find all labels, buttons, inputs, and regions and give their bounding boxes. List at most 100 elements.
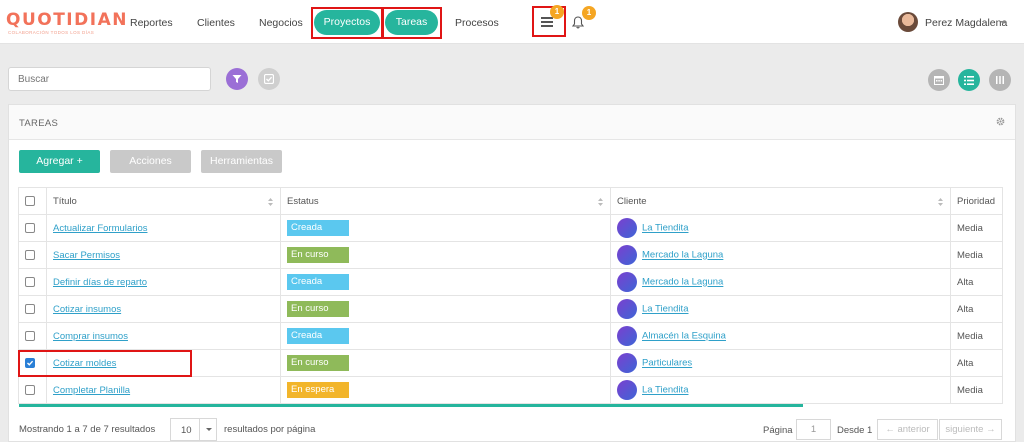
horizontal-scrollbar[interactable] xyxy=(19,404,803,407)
table-row[interactable]: Completar Planilla En espera La Tiendita Me… xyxy=(18,376,1003,404)
client-link[interactable]: Mercado la Laguna xyxy=(642,250,723,261)
task-title-link[interactable]: Definir días de reparto xyxy=(53,277,147,288)
cell-estatus: En curso xyxy=(280,349,611,377)
row-checkbox[interactable] xyxy=(25,249,35,260)
bell-icon[interactable] xyxy=(572,16,584,29)
table-row[interactable]: Sacar Permisos En curso Mercado la Laguna M… xyxy=(18,241,1003,269)
task-title-link[interactable]: Actualizar Formularios xyxy=(53,223,148,234)
add-button[interactable]: Agregar + xyxy=(19,150,100,173)
table-row[interactable]: Cotizar insumos En curso La Tiendita Alta xyxy=(18,295,1003,323)
client-avatar xyxy=(617,245,637,265)
calendar-view-button[interactable] xyxy=(928,69,950,91)
row-select-cell xyxy=(18,295,47,323)
columns-icon xyxy=(996,76,1004,84)
actions-button[interactable]: Acciones xyxy=(110,150,191,173)
table-header-row: Título Estatus Cliente Prioridad xyxy=(18,187,1003,215)
board-view-button[interactable] xyxy=(989,69,1011,91)
highlight-box-proyectos xyxy=(311,7,383,39)
cell-prioridad: Media xyxy=(950,376,1003,404)
col-header-cliente[interactable]: Cliente xyxy=(610,187,951,215)
search-input[interactable] xyxy=(8,67,211,91)
row-select-cell xyxy=(18,214,47,242)
row-checkbox[interactable] xyxy=(25,303,35,314)
table-row[interactable]: Definir días de reparto Creada Mercado la … xyxy=(18,268,1003,296)
panel-header: TAREAS xyxy=(9,105,1015,140)
status-badge: Creada xyxy=(287,328,349,344)
client-link[interactable]: Particulares xyxy=(642,358,692,369)
client-link[interactable]: La Tiendita xyxy=(642,223,688,234)
sort-icon xyxy=(598,198,603,206)
row-checkbox[interactable] xyxy=(25,222,35,233)
task-title-link[interactable]: Completar Planilla xyxy=(53,385,130,396)
notification-badge: 1 xyxy=(582,6,596,20)
per-page-value: 10 xyxy=(181,425,192,436)
check-filter-button[interactable] xyxy=(258,68,280,90)
tools-button[interactable]: Herramientas xyxy=(201,150,282,173)
row-select-cell xyxy=(18,322,47,350)
client-link[interactable]: La Tiendita xyxy=(642,385,688,396)
row-checkbox[interactable] xyxy=(25,330,35,341)
cell-estatus: En curso xyxy=(280,295,611,323)
client-avatar xyxy=(617,353,637,373)
top-navbar: QUOTIDIAN COLABORACIÓN TODOS LOS DÍAS Re… xyxy=(0,0,1024,44)
nav-clientes[interactable]: Clientes xyxy=(197,17,235,29)
priority-value: Media xyxy=(957,384,983,396)
list-badge: 1 xyxy=(550,5,564,19)
cell-titulo: Actualizar Formularios xyxy=(46,214,281,242)
filter-icon xyxy=(232,75,242,83)
nav-negocios[interactable]: Negocios xyxy=(259,17,303,29)
user-name[interactable]: Perez Magdalena xyxy=(925,17,1007,29)
filter-button[interactable] xyxy=(226,68,248,90)
row-checkbox[interactable] xyxy=(25,276,35,287)
table-row[interactable]: Comprar insumos Creada Almacén la Esquina M… xyxy=(18,322,1003,350)
task-title-link[interactable]: Sacar Permisos xyxy=(53,250,120,261)
row-select-cell xyxy=(18,241,47,269)
cell-cliente: Mercado la Laguna xyxy=(610,241,951,269)
cell-titulo: Cotizar insumos xyxy=(46,295,281,323)
client-link[interactable]: La Tiendita xyxy=(642,304,688,315)
brand-logo[interactable]: QUOTIDIAN xyxy=(6,12,128,29)
user-avatar[interactable] xyxy=(898,12,918,32)
cell-estatus: Creada xyxy=(280,322,611,350)
from-value: 1 xyxy=(867,425,873,436)
cell-estatus: Creada xyxy=(280,268,611,296)
highlight-box-tareas xyxy=(382,7,442,39)
status-badge: En curso xyxy=(287,247,349,263)
client-link[interactable]: Almacén la Esquina xyxy=(642,331,726,342)
calendar-icon xyxy=(934,76,944,85)
table-row[interactable]: Actualizar Formularios Creada La Tiendita M… xyxy=(18,214,1003,242)
cell-prioridad: Media xyxy=(950,241,1003,269)
previous-page-button[interactable]: ← anterior xyxy=(877,419,938,440)
highlight-box-row xyxy=(18,350,192,377)
select-all-checkbox[interactable] xyxy=(25,195,35,206)
col-header-prioridad[interactable]: Prioridad xyxy=(950,187,1003,215)
list-view-button[interactable] xyxy=(958,69,980,91)
cell-cliente: La Tiendita xyxy=(610,376,951,404)
nav-procesos[interactable]: Procesos xyxy=(455,17,499,29)
cell-prioridad: Alta xyxy=(950,268,1003,296)
col-header-titulo[interactable]: Título xyxy=(46,187,281,215)
status-badge: En curso xyxy=(287,355,349,371)
task-title-link[interactable]: Cotizar insumos xyxy=(53,304,121,315)
row-checkbox[interactable] xyxy=(25,384,35,395)
task-list-icon[interactable] xyxy=(541,17,553,28)
next-page-button[interactable]: siguiente → xyxy=(939,419,1002,440)
nav-reportes[interactable]: Reportes xyxy=(130,17,173,29)
cell-titulo: Sacar Permisos xyxy=(46,241,281,269)
per-page-select[interactable]: 10 xyxy=(170,418,217,441)
select-divider xyxy=(199,419,200,440)
cell-estatus: Creada xyxy=(280,214,611,242)
gear-icon[interactable] xyxy=(996,117,1005,126)
task-title-link[interactable]: Comprar insumos xyxy=(53,331,128,342)
row-select-cell xyxy=(18,268,47,296)
status-badge: En curso xyxy=(287,301,349,317)
per-page-label: resultados por página xyxy=(224,424,316,435)
chevron-down-icon[interactable] xyxy=(1000,21,1006,24)
select-all-cell xyxy=(18,187,47,215)
client-link[interactable]: Mercado la Laguna xyxy=(642,277,723,288)
cell-estatus: En curso xyxy=(280,241,611,269)
cell-prioridad: Media xyxy=(950,322,1003,350)
col-header-estatus[interactable]: Estatus xyxy=(280,187,611,215)
cell-titulo: Completar Planilla xyxy=(46,376,281,404)
page-input[interactable]: 1 xyxy=(796,419,831,440)
